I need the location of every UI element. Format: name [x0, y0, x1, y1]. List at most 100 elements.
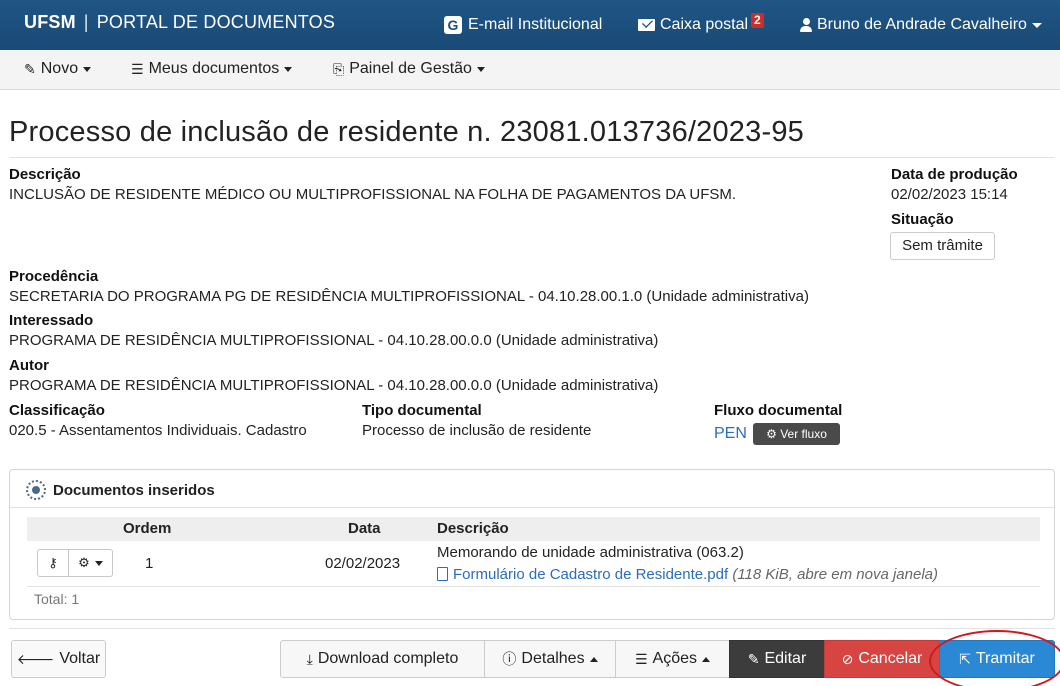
- detalhes-label: Detalhes: [521, 650, 585, 667]
- arrow-left-icon: 🡐: [16, 650, 55, 667]
- gear-icon: [26, 480, 46, 500]
- cancelar-label: Cancelar: [858, 650, 923, 667]
- documents-panel-header: Documentos inseridos: [10, 470, 1054, 508]
- documents-panel: Documentos inseridos Ordem Data Descriçã…: [9, 469, 1055, 620]
- voltar-button[interactable]: 🡐 Voltar: [11, 640, 106, 678]
- autor-label: Autor: [9, 357, 49, 374]
- classificacao-value: 020.5 - Assentamentos Individuais. Cadas…: [9, 422, 307, 439]
- row-descricao: Memorando de unidade administrativa (063…: [437, 544, 744, 561]
- classificacao-label: Classificação: [9, 402, 105, 419]
- brand-title: PORTAL DE DOCUMENTOS: [96, 12, 336, 32]
- chevron-down-icon: [83, 66, 92, 72]
- procedencia-label: Procedência: [9, 268, 99, 285]
- file-icon: [437, 567, 448, 581]
- documents-panel-title: Documentos inseridos: [26, 480, 215, 500]
- menu-meus-documentos[interactable]: ☰ Meus documentos: [131, 60, 293, 78]
- menu-painel-gestao[interactable]: ⎘ Painel de Gestão: [333, 60, 485, 78]
- fluxo-documental-label: Fluxo documental: [714, 402, 843, 419]
- fluxo-pen-link[interactable]: PEN: [714, 425, 747, 443]
- google-icon: G: [444, 16, 462, 34]
- key-button[interactable]: ⚷: [37, 549, 69, 577]
- data-producao-value: 02/02/2023 15:14: [891, 186, 1008, 203]
- gears-icon: ⚙: [766, 427, 777, 441]
- edit-icon: ✎: [747, 650, 760, 667]
- file-meta: (118 KiB, abre em nova janela): [732, 566, 938, 583]
- chevron-up-icon: [589, 656, 598, 662]
- download-completo-button[interactable]: ⤓ Download completo: [280, 640, 485, 678]
- page-title: Processo de inclusão de residente n. 230…: [9, 116, 804, 148]
- download-label: Download completo: [317, 650, 459, 667]
- mailbox-count-badge: 2: [751, 12, 764, 28]
- user-menu[interactable]: Bruno de Andrade Cavalheiro: [800, 16, 1042, 34]
- documents-total: Total: 1: [34, 591, 80, 607]
- acoes-label: Ações: [652, 650, 698, 667]
- envelope-icon: [638, 19, 655, 31]
- menu-meus-documentos-label: Meus documentos: [148, 60, 280, 77]
- mailbox-link[interactable]: Caixa postal 2: [638, 12, 764, 34]
- email-institucional-link[interactable]: G E-mail Institucional: [444, 16, 602, 34]
- download-icon: ⤓: [306, 650, 313, 667]
- voltar-label: Voltar: [59, 650, 101, 667]
- table-row: ⚷ ⚙ 1 02/02/2023 Memorando de unidade ad…: [27, 541, 1040, 587]
- row-file: Formulário de Cadastro de Residente.pdf …: [437, 565, 938, 583]
- acoes-button[interactable]: ☰ Ações: [615, 640, 730, 678]
- menu-novo[interactable]: ✎ Novo: [24, 60, 92, 78]
- column-descricao: Descrição: [437, 520, 509, 537]
- tramitar-button[interactable]: ⇱ Tramitar: [939, 640, 1055, 678]
- clipboard-icon: ⎘: [333, 60, 345, 77]
- documents-table-header: Ordem Data Descrição: [27, 517, 1040, 541]
- user-name: Bruno de Andrade Cavalheiro: [817, 16, 1027, 33]
- brand-separator: |: [83, 12, 89, 32]
- brand-ufsm: UFSM: [24, 12, 76, 32]
- chevron-down-icon: [94, 560, 103, 566]
- row-ordem: 1: [145, 555, 154, 572]
- menu-novo-label: Novo: [40, 60, 79, 77]
- ver-fluxo-button[interactable]: ⚙ Ver fluxo: [753, 423, 840, 445]
- email-label: E-mail Institucional: [468, 16, 603, 33]
- chevron-down-icon: [1031, 22, 1042, 28]
- row-actions: ⚷ ⚙: [37, 549, 113, 577]
- secondary-navbar: ✎ Novo ☰ Meus documentos ⎘ Painel de Ges…: [0, 50, 1060, 90]
- tipo-documental-label: Tipo documental: [362, 402, 482, 419]
- interessado-label: Interessado: [9, 312, 94, 329]
- info-icon: ⓘ: [502, 651, 517, 667]
- list-icon: ☰: [131, 60, 144, 77]
- situacao-button[interactable]: Sem trâmite: [890, 232, 995, 260]
- editar-label: Editar: [764, 650, 807, 667]
- editar-button[interactable]: ✎ Editar: [729, 640, 825, 678]
- procedencia-value: SECRETARIA DO PROGRAMA PG DE RESIDÊNCIA …: [9, 288, 809, 305]
- pencil-icon: ✎: [24, 60, 36, 77]
- list-icon: ☰: [634, 650, 648, 667]
- share-icon: ⇱: [959, 650, 971, 667]
- interessado-value: PROGRAMA DE RESIDÊNCIA MULTIPROFISSIONAL…: [9, 332, 659, 349]
- tramitar-label: Tramitar: [975, 650, 1035, 667]
- row-data: 02/02/2023: [325, 555, 401, 572]
- cancelar-button[interactable]: ⊘ Cancelar: [824, 640, 940, 678]
- row-options-button[interactable]: ⚙: [69, 549, 113, 577]
- menu-painel-gestao-label: Painel de Gestão: [349, 60, 472, 77]
- column-data: Data: [348, 520, 381, 537]
- data-producao-label: Data de produção: [891, 166, 1018, 183]
- situacao-label: Situação: [891, 211, 954, 228]
- gear-icon: ⚙: [78, 555, 90, 570]
- descricao-label: Descrição: [9, 166, 81, 183]
- key-icon: ⚷: [48, 555, 58, 570]
- portal-brand[interactable]: UFSM | PORTAL DE DOCUMENTOS: [24, 12, 335, 33]
- top-navbar: UFSM | PORTAL DE DOCUMENTOS G E-mail Insti…: [0, 0, 1060, 50]
- chevron-up-icon: [702, 656, 711, 662]
- column-ordem: Ordem: [123, 520, 172, 537]
- autor-value: PROGRAMA DE RESIDÊNCIA MULTIPROFISSIONAL…: [9, 377, 659, 394]
- chevron-down-icon: [476, 66, 485, 72]
- documents-panel-title-text: Documentos inseridos: [53, 481, 215, 499]
- actions-divider: [9, 628, 1055, 629]
- ver-fluxo-label: Ver fluxo: [780, 427, 827, 441]
- title-divider: [9, 157, 1055, 158]
- chevron-down-icon: [284, 66, 293, 72]
- tipo-documental-value: Processo de inclusão de residente: [362, 422, 592, 439]
- ban-icon: ⊘: [841, 650, 854, 667]
- file-link[interactable]: Formulário de Cadastro de Residente.pdf: [453, 566, 728, 583]
- descricao-value: INCLUSÃO DE RESIDENTE MÉDICO OU MULTIPRO…: [9, 186, 737, 203]
- user-icon: [800, 18, 812, 32]
- detalhes-button[interactable]: ⓘ Detalhes: [484, 640, 616, 678]
- mailbox-label: Caixa postal: [660, 16, 749, 33]
